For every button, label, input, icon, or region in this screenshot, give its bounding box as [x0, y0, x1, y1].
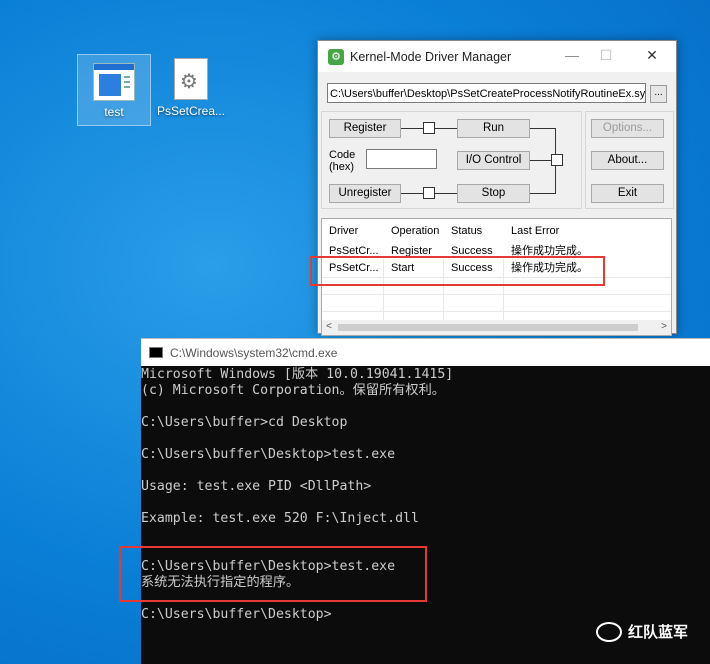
column-header[interactable]: Status: [444, 223, 504, 240]
register-checkbox[interactable]: [423, 122, 435, 134]
list-header: Driver Operation Status Last Error: [322, 223, 671, 240]
exe-app-icon: [93, 63, 135, 101]
unregister-checkbox[interactable]: [423, 187, 435, 199]
horizontal-scrollbar[interactable]: < >: [322, 320, 671, 335]
desktop-icon-test[interactable]: test: [77, 54, 151, 126]
maximize-button[interactable]: ☐: [592, 47, 620, 64]
close-button[interactable]: ✕: [638, 47, 666, 64]
highlight-box: [119, 546, 427, 602]
about-button[interactable]: About...: [591, 151, 664, 170]
driver-path-input[interactable]: C:\Users\buffer\Desktop\PsSetCreateProce…: [327, 83, 646, 103]
app-icon: ⚙: [328, 49, 344, 65]
sys-file-gear-icon: ⚙: [174, 58, 208, 100]
scroll-thumb[interactable]: [338, 324, 638, 331]
desktop-icon-label: test: [104, 105, 124, 119]
register-button[interactable]: Register: [329, 119, 401, 138]
code-label: Code (hex): [329, 149, 356, 173]
cmd-icon: [149, 347, 163, 358]
connector-line: [435, 193, 457, 194]
title-bar[interactable]: C:\Windows\system32\cmd.exe: [141, 338, 710, 366]
watermark: 红队蓝军: [595, 621, 688, 642]
connector-line: [530, 160, 552, 161]
exit-button[interactable]: Exit: [591, 184, 664, 203]
window-title: C:\Windows\system32\cmd.exe: [170, 346, 338, 360]
title-bar[interactable]: ⚙ Kernel-Mode Driver Manager — ☐ ✕: [318, 41, 676, 72]
console-line: C:\Users\buffer\Desktop>test.exe: [141, 447, 396, 462]
console-line: Example: test.exe 520 F:\Inject.dll: [141, 511, 419, 526]
console-line: Microsoft Windows [版本 10.0.19041.1415]: [141, 367, 454, 382]
scroll-right-icon[interactable]: >: [657, 320, 671, 335]
run-button[interactable]: Run: [457, 119, 530, 138]
connector-line: [401, 193, 423, 194]
window-title: Kernel-Mode Driver Manager: [350, 50, 512, 64]
minimize-button[interactable]: —: [558, 47, 586, 63]
service-checkbox[interactable]: [551, 154, 563, 166]
wechat-logo-icon: [595, 621, 622, 642]
connector-line: [530, 128, 555, 129]
scroll-left-icon[interactable]: <: [322, 320, 336, 335]
column-header[interactable]: Driver: [322, 223, 382, 240]
connector-line: [530, 193, 555, 194]
stop-button[interactable]: Stop: [457, 184, 530, 203]
connector-line: [435, 128, 457, 129]
grid-line: [322, 311, 671, 312]
console-line: Usage: test.exe PID <DllPath>: [141, 479, 372, 494]
desktop-icon-sys-file[interactable]: ⚙ PsSetCrea...: [154, 54, 228, 118]
cmd-window: C:\Windows\system32\cmd.exe Microsoft Wi…: [141, 338, 710, 664]
browse-button[interactable]: ...: [650, 85, 667, 103]
code-hex-input[interactable]: [366, 149, 437, 169]
console-line: C:\Users\buffer>cd Desktop: [141, 415, 348, 430]
console-line: (c) Microsoft Corporation。保留所有权利。: [141, 383, 445, 398]
desktop-icon-label: PsSetCrea...: [156, 104, 226, 118]
unregister-button[interactable]: Unregister: [329, 184, 401, 203]
console-prompt: C:\Users\buffer\Desktop>: [141, 607, 332, 622]
highlight-box: [310, 256, 605, 286]
driver-manager-window: ⚙ Kernel-Mode Driver Manager — ☐ ✕ C:\Us…: [317, 40, 677, 336]
connector-line: [401, 128, 423, 129]
console-output[interactable]: Microsoft Windows [版本 10.0.19041.1415] (…: [141, 365, 710, 664]
options-button[interactable]: Options...: [591, 119, 664, 138]
io-control-button[interactable]: I/O Control: [457, 151, 530, 170]
column-header[interactable]: Operation: [384, 223, 444, 240]
column-header[interactable]: Last Error: [504, 223, 664, 240]
grid-line: [322, 294, 671, 295]
watermark-text: 红队蓝军: [627, 624, 688, 641]
